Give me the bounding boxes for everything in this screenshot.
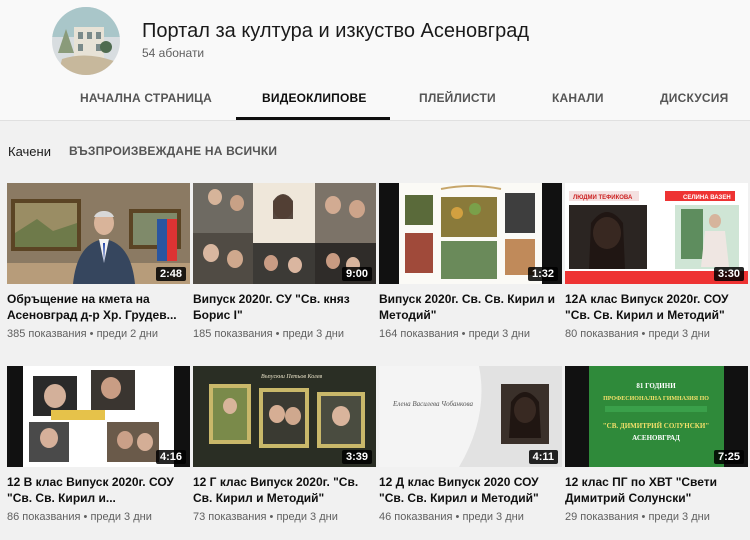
video-duration: 4:16 (155, 450, 186, 464)
view-count: 185 показвания (193, 328, 273, 340)
tab-videos[interactable]: ВИДЕОКЛИПОВЕ (262, 91, 367, 105)
video-title[interactable]: 12 В клас Випуск 2020г. СОУ "Св. Св. Кир… (7, 474, 190, 506)
video-meta: 46 показвания • преди 3 дни (379, 511, 562, 523)
channel-header: Портал за култура и изкуство Асеновград … (0, 0, 750, 121)
meta-separator: • (275, 328, 280, 340)
thumb-caption: Въпускни Петьов Колев (261, 374, 323, 380)
channel-avatar[interactable] (52, 7, 120, 75)
thumb-caption: 81 ГОДИНИ (636, 382, 676, 390)
meta-separator: • (83, 511, 88, 523)
video-duration: 3:39 (341, 450, 372, 464)
video-title[interactable]: 12 Д клас Випуск 2020 СОУ "Св. Св. Кирил… (379, 474, 562, 506)
view-count: 29 показвания (565, 511, 639, 523)
video-duration: 3:30 (713, 267, 744, 281)
video-thumbnail[interactable]: Въпускни Петьов Колев 3:39 (193, 366, 376, 467)
meta-separator: • (641, 328, 646, 340)
video-meta: 29 показвания • преди 3 дни (565, 511, 748, 523)
subscriber-count: 54 абонати (142, 46, 205, 60)
view-count: 385 показвания (7, 328, 87, 340)
video-title[interactable]: 12 Г клас Випуск 2020г. "Св. Св. Кирил и… (193, 474, 376, 506)
video-card[interactable]: 4:16 12 В клас Випуск 2020г. СОУ "Св. Св… (7, 366, 190, 523)
upload-age: преди 3 дни (282, 328, 344, 340)
view-count: 80 показвания (565, 328, 639, 340)
video-meta: 164 показвания • преди 3 дни (379, 328, 562, 340)
upload-age: преди 3 дни (468, 328, 530, 340)
meta-separator: • (455, 511, 460, 523)
video-thumbnail[interactable]: ЛЮДМИ ТЕФИКОВА СЕЛИНА ВАЗЕН 3:30 (565, 183, 748, 284)
meta-separator: • (89, 328, 94, 340)
video-thumbnail[interactable]: Елена Василева Чобанкова 4:11 (379, 366, 562, 467)
uploads-section-header: Качени ВЪЗПРОИЗВЕЖДАНЕ НА ВСИЧКИ (0, 140, 750, 164)
view-count: 46 показвания (379, 511, 453, 523)
video-card[interactable]: ЛЮДМИ ТЕФИКОВА СЕЛИНА ВАЗЕН 3:30 12А кла… (565, 183, 748, 340)
video-card[interactable]: Елена Василева Чобанкова 4:11 12 Д клас … (379, 366, 562, 523)
video-thumbnail[interactable]: 1:32 (379, 183, 562, 284)
video-meta: 385 показвания • преди 2 дни (7, 328, 190, 340)
thumb-caption: Елена Василева Чобанкова (392, 400, 474, 408)
upload-age: преди 2 дни (96, 328, 158, 340)
video-meta: 185 показвания • преди 3 дни (193, 328, 376, 340)
meta-separator: • (269, 511, 274, 523)
video-card[interactable]: 2:48 Обръщение на кмета на Асеновград д-… (7, 183, 190, 340)
section-title: Качени (8, 144, 51, 159)
video-thumbnail[interactable]: 81 ГОДИНИ ПРОФЕСИОНАЛНА ГИМНАЗИЯ ПО "СВ.… (565, 366, 748, 467)
view-count: 73 показвания (193, 511, 267, 523)
thumb-caption: СЕЛИНА ВАЗЕН (683, 195, 731, 201)
video-meta: 73 показвания • преди 3 дни (193, 511, 376, 523)
video-duration: 7:25 (713, 450, 744, 464)
tab-home[interactable]: НАЧАЛНА СТРАНИЦА (80, 91, 212, 105)
video-meta: 86 показвания • преди 3 дни (7, 511, 190, 523)
tab-playlists[interactable]: ПЛЕЙЛИСТИ (419, 91, 496, 105)
channel-title: Портал за култура и изкуство Асеновград (142, 20, 530, 42)
meta-separator: • (641, 511, 646, 523)
video-thumbnail[interactable]: 4:16 (7, 366, 190, 467)
upload-age: преди 3 дни (648, 328, 710, 340)
video-card[interactable]: Въпускни Петьов Колев 3:39 12 Г клас Вип… (193, 366, 376, 523)
video-card[interactable]: 9:00 Випуск 2020г. СУ "Св. княз Борис I"… (193, 183, 376, 340)
video-duration: 4:11 (528, 450, 558, 464)
video-title[interactable]: Обръщение на кмета на Асеновград д-р Хр.… (7, 291, 190, 323)
active-tab-indicator (236, 117, 390, 120)
video-title[interactable]: Випуск 2020г. Св. Св. Кирил и Методий" (379, 291, 562, 323)
video-title[interactable]: 12 клас ПГ по ХВТ "Свети Димитрий Солунс… (565, 474, 748, 506)
video-title[interactable]: 12А клас Випуск 2020г. СОУ "Св. Св. Кири… (565, 291, 748, 323)
video-meta: 80 показвания • преди 3 дни (565, 328, 748, 340)
play-all-button[interactable]: ВЪЗПРОИЗВЕЖДАНЕ НА ВСИЧКИ (69, 144, 277, 158)
meta-separator: • (461, 328, 466, 340)
thumb-caption: АСЕНОВГРАД (632, 434, 680, 442)
upload-age: преди 3 дни (462, 511, 524, 523)
channel-tabs: НАЧАЛНА СТРАНИЦА ВИДЕОКЛИПОВЕ ПЛЕЙЛИСТИ … (0, 80, 750, 120)
video-card[interactable]: 81 ГОДИНИ ПРОФЕСИОНАЛНА ГИМНАЗИЯ ПО "СВ.… (565, 366, 748, 523)
thumb-caption: ЛЮДМИ ТЕФИКОВА (573, 195, 633, 201)
thumb-caption: "СВ. ДИМИТРИЙ СОЛУНСКИ" (603, 422, 710, 430)
tab-channels[interactable]: КАНАЛИ (552, 91, 604, 105)
view-count: 164 показвания (379, 328, 459, 340)
upload-age: преди 3 дни (276, 511, 338, 523)
thumb-caption: ПРОФЕСИОНАЛНА ГИМНАЗИЯ ПО (603, 396, 709, 402)
view-count: 86 показвания (7, 511, 81, 523)
video-card[interactable]: 1:32 Випуск 2020г. Св. Св. Кирил и Метод… (379, 183, 562, 340)
video-thumbnail[interactable]: 2:48 (7, 183, 190, 284)
video-thumbnail[interactable]: 9:00 (193, 183, 376, 284)
upload-age: преди 3 дни (648, 511, 710, 523)
video-duration: 1:32 (527, 267, 558, 281)
video-title[interactable]: Випуск 2020г. СУ "Св. княз Борис I" (193, 291, 376, 323)
tab-discussion[interactable]: ДИСКУСИЯ (660, 91, 728, 105)
video-duration: 2:48 (155, 267, 186, 281)
upload-age: преди 3 дни (90, 511, 152, 523)
video-duration: 9:00 (341, 267, 372, 281)
